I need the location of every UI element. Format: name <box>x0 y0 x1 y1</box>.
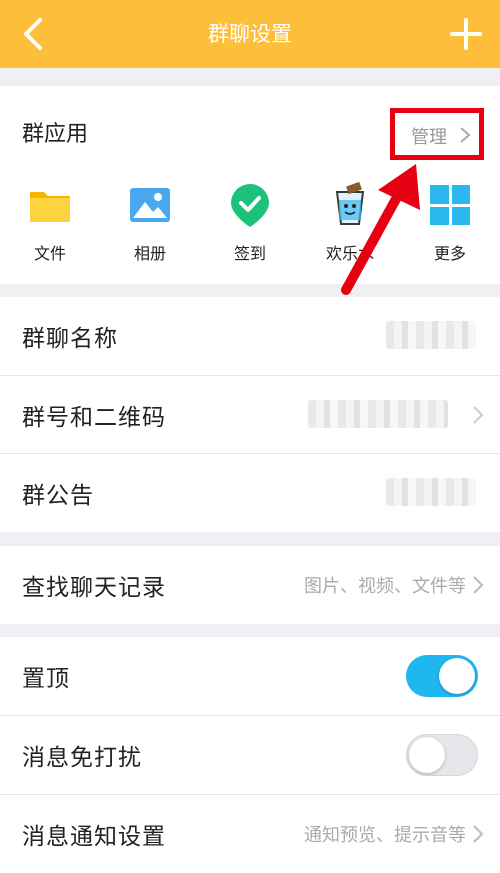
pin-to-top-row: 置顶 <box>0 637 500 715</box>
row-value: 通知预览、提示音等 <box>304 825 466 846</box>
app-label: 文件 <box>33 244 66 263</box>
manage-button[interactable]: 管理 <box>390 108 484 160</box>
pin-toggle[interactable] <box>406 655 478 697</box>
row-label: 消息通知设置 <box>22 824 166 850</box>
toggle-knob <box>439 658 475 694</box>
chevron-right-icon <box>473 825 484 843</box>
app-album[interactable]: 相册 <box>100 182 200 264</box>
group-notice-row[interactable]: 群公告 <box>0 454 500 532</box>
blurred-value <box>386 478 476 506</box>
row-label: 群聊名称 <box>22 326 118 352</box>
page-title: 群聊设置 <box>208 22 292 46</box>
row-label: 群号和二维码 <box>22 405 166 431</box>
app-label: 相册 <box>133 244 166 263</box>
row-label: 查找聊天记录 <box>22 575 166 601</box>
do-not-disturb-toggle[interactable] <box>406 734 478 776</box>
do-not-disturb-row: 消息免打扰 <box>0 716 500 794</box>
red-arrow-annotation <box>341 164 420 295</box>
title-bar: 群聊设置 <box>0 0 500 68</box>
toggle-knob <box>409 737 445 773</box>
group-apps-title: 群应用 <box>22 122 89 147</box>
manage-label: 管理 <box>411 127 447 148</box>
row-label: 置顶 <box>22 666 70 692</box>
row-label: 群公告 <box>22 483 94 509</box>
app-file[interactable]: 文件 <box>0 182 100 264</box>
blurred-value <box>386 321 476 349</box>
group-name-row[interactable]: 群聊名称 <box>0 297 500 375</box>
row-label: 消息免打扰 <box>22 745 142 771</box>
app-check-in[interactable]: 签到 <box>200 182 300 264</box>
group-number-qr-row[interactable]: 群号和二维码 <box>0 376 500 454</box>
chevron-right-icon <box>473 576 484 594</box>
notification-settings-row[interactable]: 消息通知设置 通知预览、提示音等 <box>0 795 500 873</box>
plus-icon[interactable] <box>446 14 486 54</box>
row-value: 图片、视频、文件等 <box>304 576 466 597</box>
grid-more-icon <box>430 185 470 225</box>
folder-icon <box>30 192 70 222</box>
search-history-row[interactable]: 查找聊天记录 图片、视频、文件等 <box>0 546 500 624</box>
chevron-right-icon <box>460 127 471 143</box>
check-in-icon <box>231 184 269 227</box>
app-label: 签到 <box>233 244 266 263</box>
blurred-value <box>308 400 448 428</box>
photo-album-icon <box>130 188 170 222</box>
chevron-right-icon <box>473 406 484 424</box>
